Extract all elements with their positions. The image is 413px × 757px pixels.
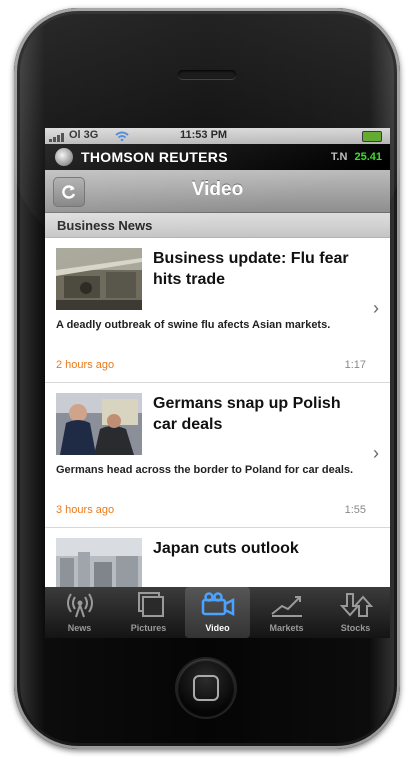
navigation-bar: Video	[45, 170, 390, 213]
story-headline: Japan cuts outlook	[153, 540, 299, 557]
story-thumbnail	[56, 393, 142, 455]
tab-pictures[interactable]: Pictures	[116, 587, 181, 638]
stock-ticker[interactable]: T.N 25.41	[331, 151, 382, 163]
signal-strength-icon	[49, 133, 64, 142]
markets-chart-icon	[271, 596, 302, 617]
story-headline: Business update: Flu fear hits trade	[153, 250, 349, 288]
chevron-right-icon: ›	[373, 443, 379, 463]
video-duration: 1:17	[344, 359, 366, 371]
tab-stocks[interactable]: Stocks	[323, 587, 388, 638]
clock-time: 11:53 PM	[180, 129, 228, 141]
story-summary: A deadly outbreak of swine flu afects As…	[56, 319, 331, 331]
tab-markets[interactable]: Markets	[254, 587, 319, 638]
ticker-symbol: T.N	[330, 151, 348, 163]
phone-screen: Ol 3G 11:53 PM THOMSON REUTERS T.N 25.41…	[45, 128, 390, 638]
reuters-logo-icon	[55, 148, 73, 166]
section-header: Business News	[45, 213, 390, 238]
car-dealer-image	[56, 393, 142, 455]
section-title: Business News	[57, 218, 153, 233]
page-title: Video	[191, 179, 244, 200]
radio-antenna-icon	[67, 593, 93, 618]
home-square-icon	[193, 675, 219, 701]
battery-icon	[362, 131, 382, 142]
tab-label: Stocks	[340, 623, 371, 633]
story-row[interactable]: Germans snap up Polish car deals Germans…	[45, 383, 390, 528]
trading-floor-image	[56, 248, 142, 310]
status-bar: Ol 3G 11:53 PM	[45, 128, 390, 144]
video-duration: 1:55	[344, 504, 366, 516]
carrier-label: Ol 3G	[69, 129, 99, 141]
brand-bar: THOMSON REUTERS T.N 25.41	[45, 144, 390, 170]
home-button[interactable]	[177, 659, 235, 717]
story-age: 2 hours ago	[56, 359, 115, 371]
tab-label: News	[67, 623, 92, 633]
story-age: 3 hours ago	[56, 504, 115, 516]
tab-news[interactable]: News	[47, 587, 112, 638]
earpiece-speaker	[178, 70, 236, 79]
chevron-right-icon: ›	[373, 298, 379, 318]
tab-bar: News Pictures Video Markets Stocks	[45, 587, 390, 638]
story-thumbnail	[56, 248, 142, 310]
ticker-value: 25.41	[354, 151, 382, 163]
tab-label: Markets	[269, 623, 304, 633]
tab-label: Video	[205, 623, 230, 633]
video-camera-icon	[201, 592, 235, 617]
story-summary: Germans head across the border to Poland…	[56, 464, 354, 476]
wifi-icon	[115, 131, 129, 141]
pictures-icon	[138, 592, 164, 617]
story-row[interactable]: Japan cuts outlook	[45, 528, 390, 600]
story-headline: Germans snap up Polish car deals	[153, 395, 341, 433]
story-row[interactable]: Business update: Flu fear hits trade A d…	[45, 238, 390, 383]
brand-name: THOMSON REUTERS	[81, 149, 228, 165]
stocks-arrows-icon	[339, 593, 373, 617]
tab-video[interactable]: Video	[185, 587, 250, 638]
tab-label: Pictures	[130, 623, 167, 633]
